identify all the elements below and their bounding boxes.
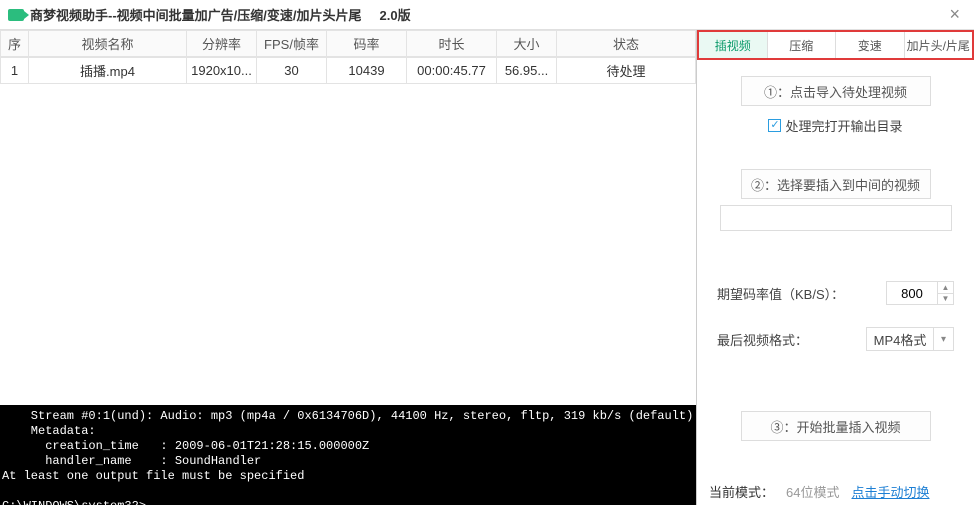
tab-intro-outro[interactable]: 加片头/片尾: [905, 32, 973, 58]
format-select[interactable]: MP4格式 ▾: [866, 327, 954, 351]
format-label: 最后视频格式：: [717, 330, 808, 349]
cell-name: 插播.mp4: [29, 58, 187, 84]
cell-fps: 30: [257, 58, 327, 84]
step2-select-button[interactable]: ②：选择要插入到中间的视频: [741, 169, 931, 199]
th-fps[interactable]: FPS/帧率: [257, 31, 327, 57]
spin-down-icon[interactable]: ▼: [938, 294, 953, 305]
cell-size: 56.95...: [497, 58, 557, 84]
right-pane: 插视频 压缩 变速 加片头/片尾 ①：点击导入待处理视频 ✓ 处理完打开输出目录…: [697, 30, 974, 505]
th-bitrate[interactable]: 码率: [327, 31, 407, 57]
cell-bitrate: 10439: [327, 58, 407, 84]
footer-row: 当前模式： 64位模式 点击手动切换: [697, 482, 974, 501]
th-index[interactable]: 序: [1, 31, 29, 57]
th-state[interactable]: 状态: [557, 31, 696, 57]
step1-import-button[interactable]: ①：点击导入待处理视频: [741, 76, 931, 106]
th-duration[interactable]: 时长: [407, 31, 497, 57]
video-table: 序 视频名称 分辨率 FPS/帧率 码率 时长 大小 状态: [0, 30, 696, 57]
terminal-output[interactable]: Stream #0:1(und): Audio: mp3 (mp4a / 0x6…: [0, 405, 696, 505]
title-bar: 商梦视频助手--视频中间批量加广告/压缩/变速/加片头片尾 2.0版 ×: [0, 0, 974, 30]
app-title: 商梦视频助手--视频中间批量加广告/压缩/变速/加片头片尾: [30, 5, 362, 24]
th-name[interactable]: 视频名称: [29, 31, 187, 57]
tab-insert-video[interactable]: 插视频: [699, 32, 768, 58]
bitrate-label: 期望码率值（KB/S）：: [717, 284, 844, 303]
open-output-row[interactable]: ✓ 处理完打开输出目录: [709, 116, 962, 135]
bitrate-input[interactable]: [886, 281, 938, 305]
spin-up-icon[interactable]: ▲: [938, 282, 953, 294]
insert-video-path-input[interactable]: [720, 205, 952, 231]
camera-icon: [8, 9, 24, 21]
cell-resolution: 1920x10...: [187, 58, 257, 84]
cell-duration: 00:00:45.77: [407, 58, 497, 84]
th-size[interactable]: 大小: [497, 31, 557, 57]
chevron-down-icon[interactable]: ▾: [934, 327, 954, 351]
format-row: 最后视频格式： MP4格式 ▾: [709, 327, 962, 351]
left-pane: 序 视频名称 分辨率 FPS/帧率 码率 时长 大小 状态 1 插播.mp4 1…: [0, 30, 697, 505]
tab-speed[interactable]: 变速: [836, 32, 905, 58]
app-version: 2.0版: [380, 5, 411, 24]
step3-start-button[interactable]: ③：开始批量插入视频: [741, 411, 931, 441]
tabs-row: 插视频 压缩 变速 加片头/片尾: [697, 30, 974, 60]
mode-label: 当前模式：: [709, 482, 774, 501]
mode-value: 64位模式: [786, 482, 839, 501]
close-icon[interactable]: ×: [943, 4, 966, 25]
check-icon[interactable]: ✓: [768, 119, 781, 132]
format-value: MP4格式: [866, 327, 934, 351]
cell-state: 待处理: [557, 58, 696, 84]
bitrate-row: 期望码率值（KB/S）： ▲ ▼: [709, 281, 962, 305]
th-resolution[interactable]: 分辨率: [187, 31, 257, 57]
bitrate-spinner: ▲ ▼: [938, 281, 954, 305]
open-output-label: 处理完打开输出目录: [785, 116, 902, 135]
cell-index: 1: [1, 58, 29, 84]
table-row[interactable]: 1 插播.mp4 1920x10... 30 10439 00:00:45.77…: [1, 58, 696, 84]
switch-mode-link[interactable]: 点击手动切换: [851, 482, 929, 501]
tab-compress[interactable]: 压缩: [768, 32, 837, 58]
